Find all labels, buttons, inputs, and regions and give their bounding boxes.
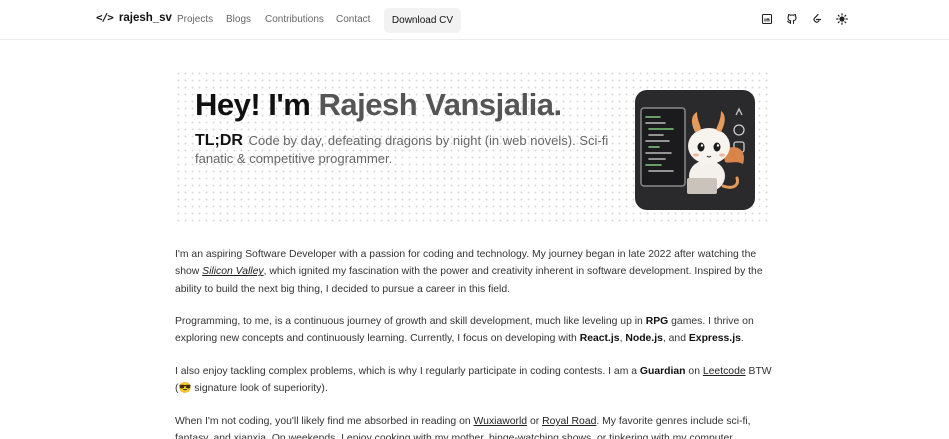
tagline-text: Code by day, defeating dragons by night …: [195, 133, 609, 166]
code-brackets-icon: </>: [96, 11, 114, 24]
theme-toggle-sun-icon[interactable]: [835, 12, 849, 26]
dragon-coder-illustration: [640, 107, 745, 194]
hero-tagline: TL;DR Code by day, defeating dragons by …: [195, 132, 615, 168]
nav-link-contact[interactable]: Contact: [336, 14, 370, 25]
guardian-highlight: Guardian: [639, 366, 686, 377]
p2-text-a: Programming, to me, is a continuous jour…: [175, 316, 646, 327]
rpg-highlight: RPG: [645, 316, 669, 327]
p2-separator-2: , and: [662, 333, 689, 345]
silicon-valley-link[interactable]: Silicon Valley: [202, 266, 263, 277]
p2-end: .: [740, 333, 744, 345]
site-logo[interactable]: </> rajesh_sv: [96, 11, 172, 24]
download-cv-button[interactable]: Download CV: [384, 8, 461, 33]
about-paragraph-1: I'm an aspiring Software Developer with …: [175, 246, 775, 298]
sunglasses-emoji-icon: 😎: [178, 383, 192, 395]
hero-name: Rajesh Vansjalia.: [318, 87, 562, 122]
react-highlight: React.js: [579, 333, 620, 345]
about-paragraph-2: Programming, to me, is a continuous jour…: [175, 313, 775, 348]
github-icon[interactable]: [785, 12, 799, 26]
node-highlight: Node.js: [625, 333, 663, 345]
p1-text-b: , which ignited my fascination with the …: [175, 266, 763, 295]
nav-link-contributions[interactable]: Contributions: [265, 14, 324, 25]
hero-greeting: Hey! I'm: [195, 87, 319, 122]
about-paragraph-4: When I'm not coding, you'll likely find …: [175, 413, 775, 439]
p3-text-d: signature look of superiority).: [191, 383, 328, 395]
about-paragraph-3: I also enjoy tackling complex problems, …: [175, 363, 775, 398]
p3-text-a: I also enjoy tackling complex problems, …: [175, 366, 640, 377]
leetcode-icon[interactable]: [810, 12, 824, 26]
nav-link-projects[interactable]: Projects: [177, 14, 213, 25]
p4-text-b: or: [527, 416, 543, 427]
hero-heading: Hey! I'm Rajesh Vansjalia.: [195, 87, 562, 123]
avatar: [635, 90, 755, 210]
leetcode-link[interactable]: Leetcode: [703, 366, 746, 377]
top-navbar: </> rajesh_sv Projects Blogs Contributio…: [0, 0, 949, 40]
royal-road-link[interactable]: Royal Road: [542, 416, 596, 427]
tldr-label: TL;DR: [195, 132, 243, 149]
wuxiaworld-link[interactable]: Wuxiaworld: [474, 416, 528, 427]
nav-link-blogs[interactable]: Blogs: [226, 14, 251, 25]
p4-text-a: When I'm not coding, you'll likely find …: [175, 416, 474, 427]
express-highlight: Express.js: [688, 333, 741, 345]
linkedin-icon[interactable]: [760, 12, 774, 26]
logo-text: rajesh_sv: [118, 11, 172, 24]
p3-text-b: on: [685, 366, 703, 377]
